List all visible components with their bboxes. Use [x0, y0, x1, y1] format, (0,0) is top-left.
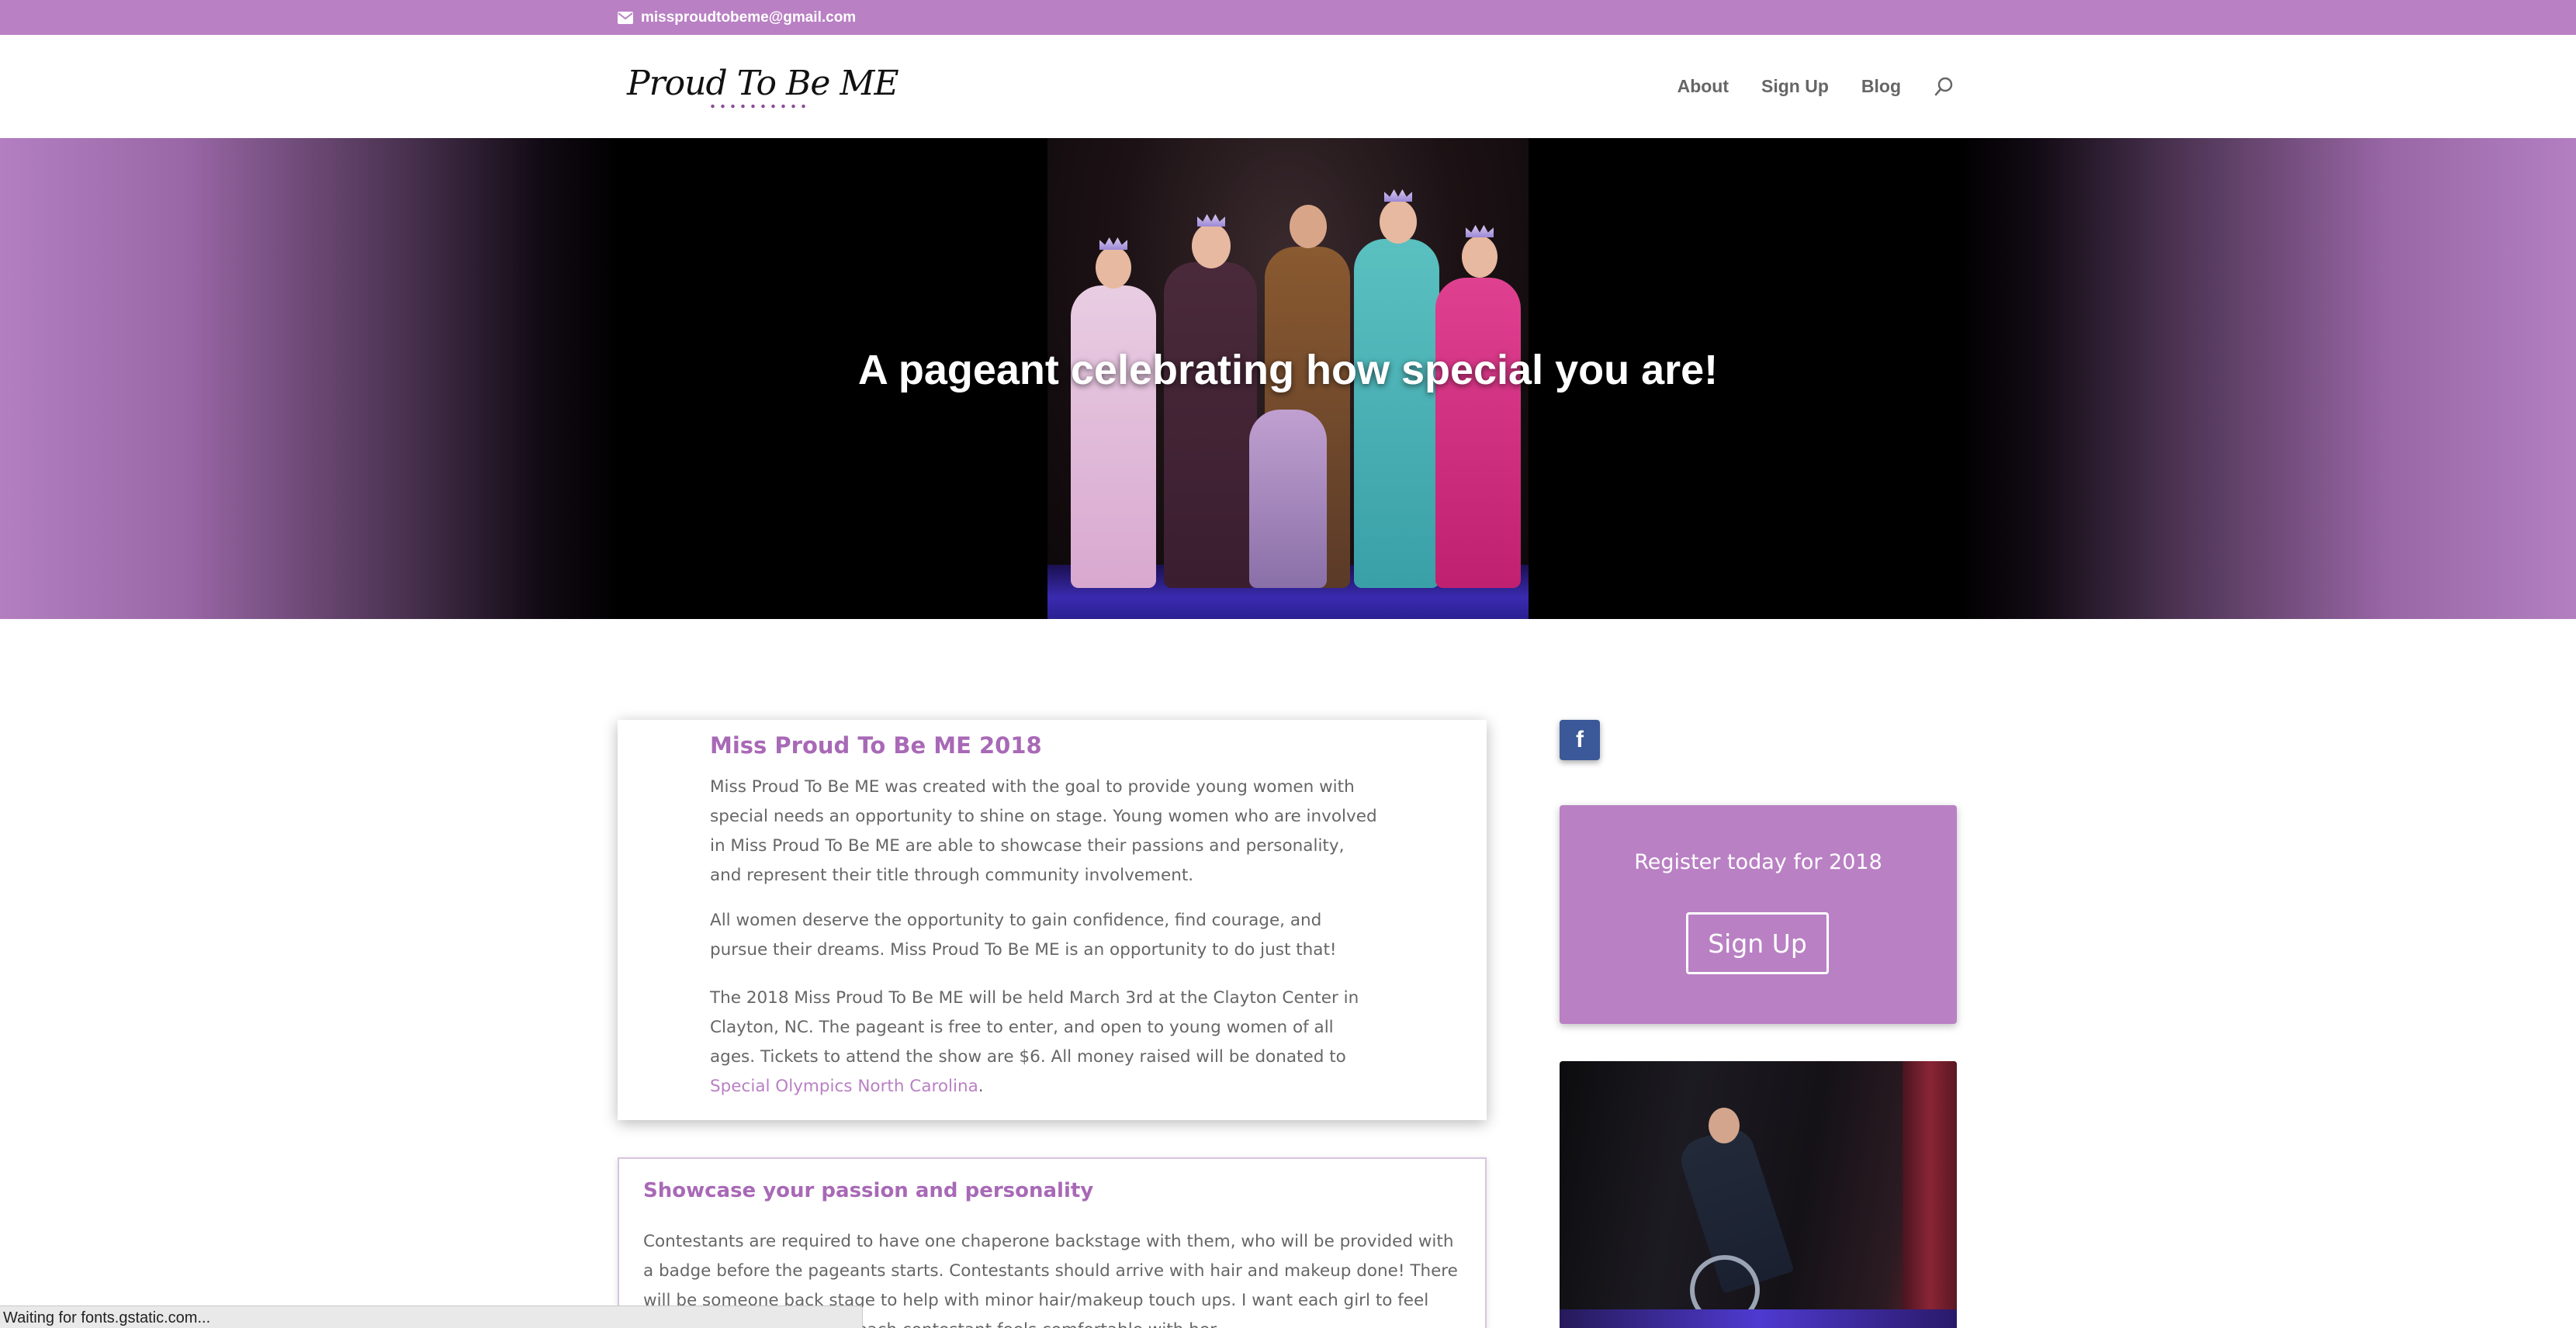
special-olympics-link[interactable]: Special Olympics North Carolina — [710, 1077, 978, 1096]
nav-link-blog[interactable]: Blog — [1861, 76, 1901, 97]
contact-email[interactable]: missproudtobeme@gmail.com — [618, 8, 856, 28]
stage-curtain — [1903, 1061, 1957, 1328]
crown-icon — [1099, 237, 1127, 250]
escort-head — [1709, 1108, 1740, 1143]
register-text: Register today for 2018 — [1634, 850, 1882, 874]
site-header: Proud To Be ME About Sign Up Blog — [0, 35, 2576, 138]
site-logo[interactable]: Proud To Be ME — [627, 64, 899, 112]
top-bar: missproudtobeme@gmail.com — [0, 0, 2576, 35]
showcase-card: Showcase your passion and personality Co… — [618, 1157, 1487, 1328]
about-paragraph-3-text: The 2018 Miss Proud To Be ME will be hel… — [710, 988, 1359, 1067]
hero-banner: A pageant celebrating how special you ar… — [0, 138, 2576, 619]
about-paragraph-3-end: . — [978, 1077, 984, 1096]
nav-link-sign-up[interactable]: Sign Up — [1761, 76, 1829, 97]
contestant-figure — [1071, 285, 1156, 588]
contestant-head — [1192, 223, 1231, 268]
sidebar-photo — [1560, 1061, 1957, 1328]
contestant-head — [1096, 247, 1131, 289]
register-callout: Register today for 2018 Sign Up — [1560, 805, 1957, 1024]
sign-up-button[interactable]: Sign Up — [1686, 912, 1829, 974]
contestant-head — [1380, 200, 1417, 244]
contestant-figure-wheelchair — [1249, 410, 1327, 588]
stage-floor — [1560, 1309, 1957, 1328]
main-nav: About Sign Up Blog — [1678, 35, 1955, 138]
search-icon[interactable] — [1934, 76, 1955, 98]
about-paragraph-2: All women deserve the opportunity to gai… — [710, 911, 1337, 960]
showcase-card-title: Showcase your passion and personality — [643, 1179, 1094, 1202]
crown-icon — [1384, 189, 1412, 202]
facebook-button[interactable]: f — [1560, 720, 1600, 760]
contestant-head — [1462, 236, 1497, 278]
mail-icon — [618, 12, 633, 24]
crown-icon — [1466, 225, 1494, 237]
logo-text[interactable]: Proud To Be ME — [627, 64, 899, 103]
contestant-figure — [1435, 278, 1521, 588]
crown-icon — [1197, 214, 1225, 227]
about-card: Miss Proud To Be ME 2018 Miss Proud To B… — [618, 720, 1487, 1120]
browser-status-bar: Waiting for fonts.gstatic.com... — [0, 1306, 863, 1328]
about-card-title: Miss Proud To Be ME 2018 — [710, 732, 1042, 759]
contestant-figure — [1354, 239, 1439, 588]
facebook-icon: f — [1576, 727, 1584, 752]
contestant-figure — [1164, 262, 1257, 588]
contestant-head — [1290, 205, 1327, 248]
status-text: Waiting for fonts.gstatic.com... — [3, 1309, 211, 1326]
about-paragraph-1: Miss Proud To Be ME was created with the… — [710, 777, 1377, 885]
hero-title: A pageant celebrating how special you ar… — [857, 347, 1719, 393]
nav-link-about[interactable]: About — [1678, 76, 1729, 97]
logo-dots-decoration — [708, 104, 808, 109]
about-paragraph-3: The 2018 Miss Proud To Be ME will be hel… — [710, 984, 1377, 1101]
contact-email-text[interactable]: missproudtobeme@gmail.com — [641, 9, 856, 26]
